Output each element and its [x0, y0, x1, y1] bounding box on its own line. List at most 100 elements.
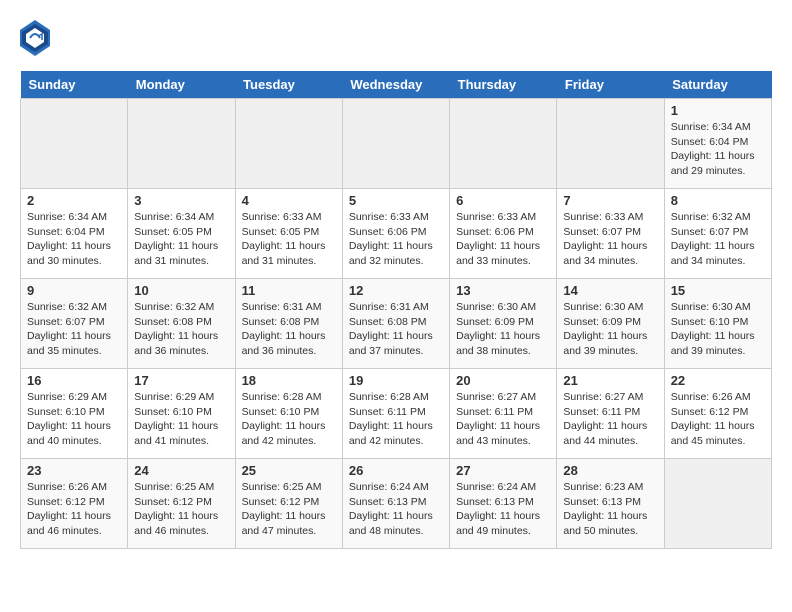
day-info: Sunrise: 6:33 AM Sunset: 6:06 PM Dayligh… [349, 210, 443, 269]
calendar-week-row: 2 Sunrise: 6:34 AM Sunset: 6:04 PM Daylig… [21, 189, 772, 279]
day-info: Sunrise: 6:30 AM Sunset: 6:10 PM Dayligh… [671, 300, 765, 359]
day-number: 7 [563, 193, 657, 208]
day-info: Sunrise: 6:26 AM Sunset: 6:12 PM Dayligh… [671, 390, 765, 449]
day-number: 16 [27, 373, 121, 388]
day-info: Sunrise: 6:34 AM Sunset: 6:04 PM Dayligh… [671, 120, 765, 179]
calendar-cell: 7 Sunrise: 6:33 AM Sunset: 6:07 PM Daylig… [557, 189, 664, 279]
day-number: 19 [349, 373, 443, 388]
calendar-cell: 9 Sunrise: 6:32 AM Sunset: 6:07 PM Daylig… [21, 279, 128, 369]
day-number: 18 [242, 373, 336, 388]
day-number: 13 [456, 283, 550, 298]
calendar-table: SundayMondayTuesdayWednesdayThursdayFrid… [20, 71, 772, 549]
calendar-cell: 20 Sunrise: 6:27 AM Sunset: 6:11 PM Dayli… [450, 369, 557, 459]
calendar-cell: 2 Sunrise: 6:34 AM Sunset: 6:04 PM Daylig… [21, 189, 128, 279]
day-number: 21 [563, 373, 657, 388]
calendar-cell: 5 Sunrise: 6:33 AM Sunset: 6:06 PM Daylig… [342, 189, 449, 279]
day-header-friday: Friday [557, 71, 664, 99]
day-number: 2 [27, 193, 121, 208]
day-header-thursday: Thursday [450, 71, 557, 99]
day-info: Sunrise: 6:27 AM Sunset: 6:11 PM Dayligh… [456, 390, 550, 449]
day-number: 24 [134, 463, 228, 478]
day-info: Sunrise: 6:32 AM Sunset: 6:07 PM Dayligh… [27, 300, 121, 359]
day-number: 9 [27, 283, 121, 298]
day-info: Sunrise: 6:28 AM Sunset: 6:10 PM Dayligh… [242, 390, 336, 449]
day-number: 14 [563, 283, 657, 298]
day-header-sunday: Sunday [21, 71, 128, 99]
day-number: 6 [456, 193, 550, 208]
calendar-cell: 13 Sunrise: 6:30 AM Sunset: 6:09 PM Dayli… [450, 279, 557, 369]
calendar-cell [128, 99, 235, 189]
calendar-week-row: 1 Sunrise: 6:34 AM Sunset: 6:04 PM Daylig… [21, 99, 772, 189]
day-number: 4 [242, 193, 336, 208]
calendar-cell [557, 99, 664, 189]
calendar-cell [664, 459, 771, 549]
day-number: 5 [349, 193, 443, 208]
calendar-cell: 19 Sunrise: 6:28 AM Sunset: 6:11 PM Dayli… [342, 369, 449, 459]
day-header-monday: Monday [128, 71, 235, 99]
calendar-cell: 15 Sunrise: 6:30 AM Sunset: 6:10 PM Dayli… [664, 279, 771, 369]
calendar-cell: 4 Sunrise: 6:33 AM Sunset: 6:05 PM Daylig… [235, 189, 342, 279]
calendar-cell: 23 Sunrise: 6:26 AM Sunset: 6:12 PM Dayli… [21, 459, 128, 549]
day-info: Sunrise: 6:31 AM Sunset: 6:08 PM Dayligh… [242, 300, 336, 359]
calendar-cell: 24 Sunrise: 6:25 AM Sunset: 6:12 PM Dayli… [128, 459, 235, 549]
logo-icon [20, 20, 50, 61]
calendar-cell: 22 Sunrise: 6:26 AM Sunset: 6:12 PM Dayli… [664, 369, 771, 459]
calendar-cell: 11Sunrise: 6:31 AM Sunset: 6:08 PM Dayli… [235, 279, 342, 369]
day-number: 20 [456, 373, 550, 388]
day-number: 1 [671, 103, 765, 118]
calendar-cell: 3 Sunrise: 6:34 AM Sunset: 6:05 PM Daylig… [128, 189, 235, 279]
day-number: 15 [671, 283, 765, 298]
day-info: Sunrise: 6:24 AM Sunset: 6:13 PM Dayligh… [349, 480, 443, 539]
calendar-week-row: 16 Sunrise: 6:29 AM Sunset: 6:10 PM Dayli… [21, 369, 772, 459]
day-info: Sunrise: 6:25 AM Sunset: 6:12 PM Dayligh… [242, 480, 336, 539]
calendar-cell [21, 99, 128, 189]
day-info: Sunrise: 6:34 AM Sunset: 6:04 PM Dayligh… [27, 210, 121, 269]
day-info: Sunrise: 6:34 AM Sunset: 6:05 PM Dayligh… [134, 210, 228, 269]
day-info: Sunrise: 6:29 AM Sunset: 6:10 PM Dayligh… [27, 390, 121, 449]
day-number: 12 [349, 283, 443, 298]
day-number: 26 [349, 463, 443, 478]
logo [20, 20, 54, 61]
day-info: Sunrise: 6:32 AM Sunset: 6:08 PM Dayligh… [134, 300, 228, 359]
day-number: 22 [671, 373, 765, 388]
day-info: Sunrise: 6:32 AM Sunset: 6:07 PM Dayligh… [671, 210, 765, 269]
day-number: 17 [134, 373, 228, 388]
calendar-cell [235, 99, 342, 189]
day-info: Sunrise: 6:28 AM Sunset: 6:11 PM Dayligh… [349, 390, 443, 449]
calendar-week-row: 9 Sunrise: 6:32 AM Sunset: 6:07 PM Daylig… [21, 279, 772, 369]
calendar-cell: 27 Sunrise: 6:24 AM Sunset: 6:13 PM Dayli… [450, 459, 557, 549]
day-info: Sunrise: 6:24 AM Sunset: 6:13 PM Dayligh… [456, 480, 550, 539]
day-info: Sunrise: 6:31 AM Sunset: 6:08 PM Dayligh… [349, 300, 443, 359]
day-info: Sunrise: 6:30 AM Sunset: 6:09 PM Dayligh… [456, 300, 550, 359]
day-header-wednesday: Wednesday [342, 71, 449, 99]
day-info: Sunrise: 6:33 AM Sunset: 6:06 PM Dayligh… [456, 210, 550, 269]
day-info: Sunrise: 6:33 AM Sunset: 6:05 PM Dayligh… [242, 210, 336, 269]
calendar-cell [450, 99, 557, 189]
day-number: 25 [242, 463, 336, 478]
day-number: 28 [563, 463, 657, 478]
day-number: 23 [27, 463, 121, 478]
day-info: Sunrise: 6:27 AM Sunset: 6:11 PM Dayligh… [563, 390, 657, 449]
calendar-cell: 10 Sunrise: 6:32 AM Sunset: 6:08 PM Dayli… [128, 279, 235, 369]
day-info: Sunrise: 6:25 AM Sunset: 6:12 PM Dayligh… [134, 480, 228, 539]
calendar-cell: 18 Sunrise: 6:28 AM Sunset: 6:10 PM Dayli… [235, 369, 342, 459]
day-info: Sunrise: 6:23 AM Sunset: 6:13 PM Dayligh… [563, 480, 657, 539]
day-number: 3 [134, 193, 228, 208]
calendar-cell: 8Sunrise: 6:32 AM Sunset: 6:07 PM Daylig… [664, 189, 771, 279]
day-info: Sunrise: 6:30 AM Sunset: 6:09 PM Dayligh… [563, 300, 657, 359]
calendar-cell: 21 Sunrise: 6:27 AM Sunset: 6:11 PM Dayli… [557, 369, 664, 459]
day-number: 10 [134, 283, 228, 298]
day-header-saturday: Saturday [664, 71, 771, 99]
calendar-cell: 26 Sunrise: 6:24 AM Sunset: 6:13 PM Dayli… [342, 459, 449, 549]
day-info: Sunrise: 6:26 AM Sunset: 6:12 PM Dayligh… [27, 480, 121, 539]
calendar-cell: 14 Sunrise: 6:30 AM Sunset: 6:09 PM Dayli… [557, 279, 664, 369]
day-number: 27 [456, 463, 550, 478]
calendar-cell: 1 Sunrise: 6:34 AM Sunset: 6:04 PM Daylig… [664, 99, 771, 189]
calendar-cell: 17 Sunrise: 6:29 AM Sunset: 6:10 PM Dayli… [128, 369, 235, 459]
calendar-cell: 12 Sunrise: 6:31 AM Sunset: 6:08 PM Dayli… [342, 279, 449, 369]
day-info: Sunrise: 6:33 AM Sunset: 6:07 PM Dayligh… [563, 210, 657, 269]
calendar-cell: 25 Sunrise: 6:25 AM Sunset: 6:12 PM Dayli… [235, 459, 342, 549]
calendar-week-row: 23 Sunrise: 6:26 AM Sunset: 6:12 PM Dayli… [21, 459, 772, 549]
day-info: Sunrise: 6:29 AM Sunset: 6:10 PM Dayligh… [134, 390, 228, 449]
calendar-cell: 28 Sunrise: 6:23 AM Sunset: 6:13 PM Dayli… [557, 459, 664, 549]
